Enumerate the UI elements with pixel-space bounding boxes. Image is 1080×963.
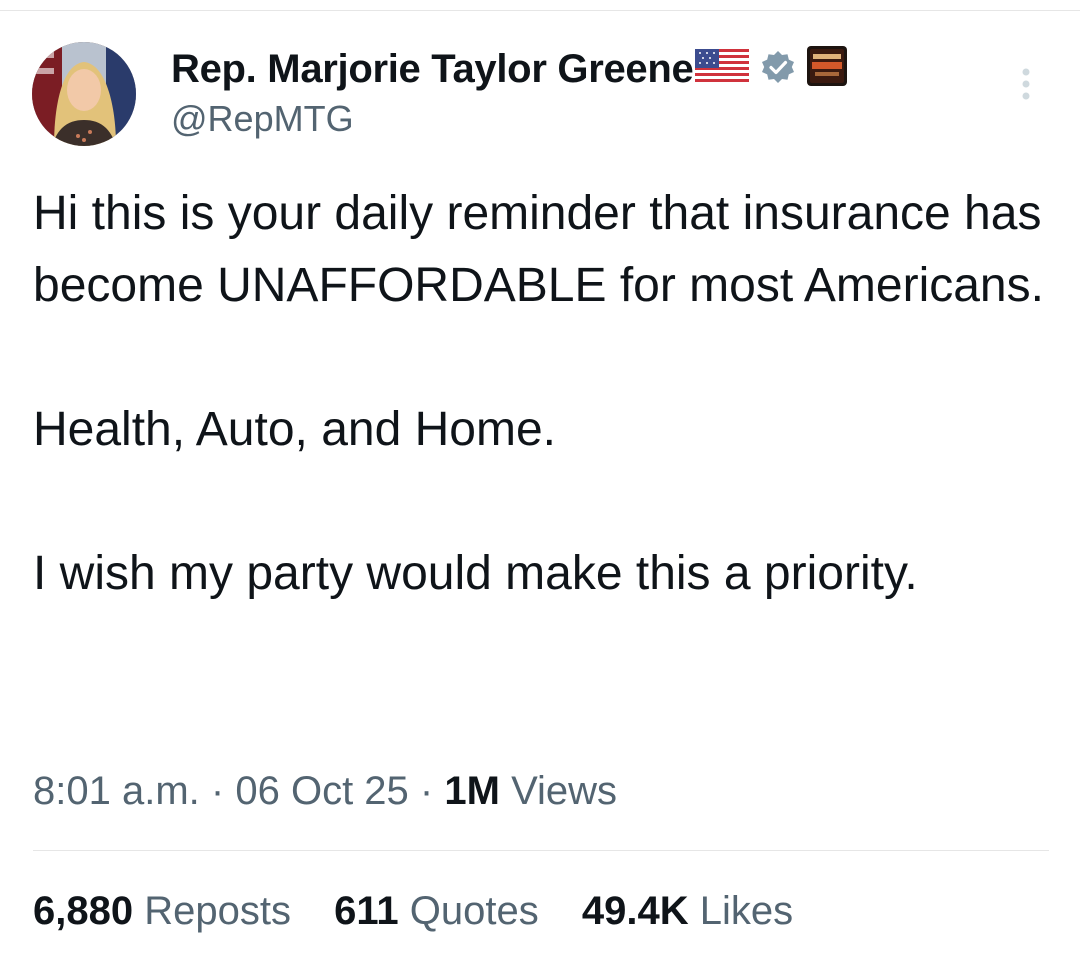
- author-name-row[interactable]: Rep. Marjorie Taylor Greene: [171, 44, 848, 94]
- quotes-count: 611: [334, 889, 399, 933]
- engagement-stats: 6,880 Reposts 611 Quotes 49.4K Likes: [33, 885, 825, 937]
- reposts-count: 6,880: [33, 889, 134, 933]
- affiliate-badge-icon[interactable]: [807, 46, 848, 86]
- avatar[interactable]: [32, 42, 136, 146]
- tweet-date[interactable]: 06 Oct 25: [235, 769, 408, 813]
- us-flag-icon: [695, 49, 750, 85]
- reposts-stat[interactable]: 6,880 Reposts: [33, 885, 291, 937]
- more-dots-icon: [1022, 68, 1030, 100]
- meta-separator: ·: [419, 769, 434, 813]
- reposts-label: Reposts: [144, 889, 291, 933]
- top-divider: [0, 10, 1080, 11]
- tweet-meta: 8:01 a.m. · 06 Oct 25 · 1M Views: [33, 765, 617, 817]
- tweet-time[interactable]: 8:01 a.m.: [33, 769, 200, 813]
- tweet-text: Hi this is your daily reminder that insu…: [33, 178, 1063, 610]
- meta-separator: ·: [210, 769, 225, 813]
- tweet-paragraph: I wish my party would make this a priori…: [33, 547, 918, 600]
- stats-divider: [33, 850, 1049, 851]
- author-display-name[interactable]: Rep. Marjorie Taylor Greene: [171, 47, 694, 92]
- likes-count: 49.4K: [581, 889, 689, 933]
- more-options-button[interactable]: [1012, 64, 1040, 104]
- tweet-paragraph: Hi this is your daily reminder that insu…: [33, 187, 1044, 312]
- tweet-paragraph: Health, Auto, and Home.: [33, 403, 556, 456]
- likes-stat[interactable]: 49.4K Likes: [582, 885, 793, 937]
- likes-label: Likes: [699, 889, 794, 933]
- views-label: Views: [511, 769, 618, 813]
- author-handle[interactable]: @RepMTG: [171, 98, 354, 140]
- quotes-stat[interactable]: 611 Quotes: [334, 885, 539, 937]
- verified-badge-icon[interactable]: [761, 50, 795, 84]
- views-count: 1M: [444, 769, 500, 813]
- quotes-label: Quotes: [409, 889, 539, 933]
